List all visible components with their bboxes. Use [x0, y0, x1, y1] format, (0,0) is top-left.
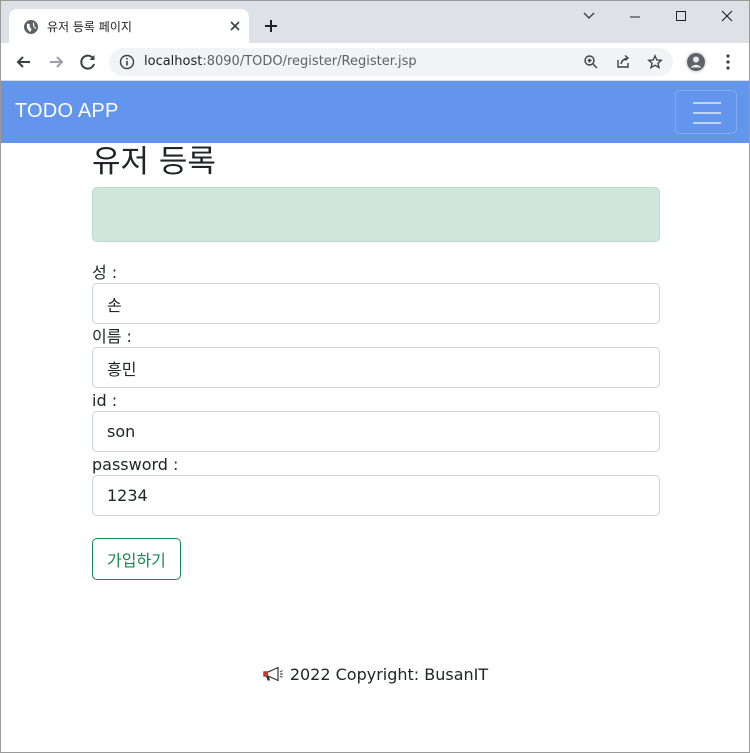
megaphone-icon — [263, 666, 283, 682]
alert-box — [92, 187, 660, 242]
register-form: 성 : 이름 : id : password : 가입하기 — [92, 263, 660, 580]
hamburger-bar — [693, 112, 721, 114]
browser-tab[interactable]: 유저 등록 페이지 — [9, 9, 249, 43]
id-input[interactable] — [92, 411, 660, 452]
reload-icon[interactable] — [77, 51, 99, 73]
last-name-label: 성 : — [92, 263, 118, 282]
hamburger-bar — [693, 122, 721, 124]
address-bar[interactable]: localhost:8090/TODO/register/Register.js… — [109, 48, 673, 76]
navbar-toggler-button[interactable] — [675, 90, 737, 134]
app-navbar: TODO APP — [1, 81, 749, 143]
back-arrow-icon[interactable] — [13, 51, 35, 73]
password-input[interactable] — [92, 475, 660, 516]
profile-avatar[interactable] — [685, 51, 707, 73]
globe-icon — [24, 20, 38, 34]
close-window-icon[interactable] — [707, 7, 747, 27]
url-host: localhost — [144, 54, 203, 69]
bookmark-star-icon[interactable] — [647, 54, 663, 70]
browser-toolbar: localhost:8090/TODO/register/Register.js… — [1, 43, 749, 81]
browser-window: 유저 등록 페이지 localhost:8090/TODO/register/R… — [0, 0, 750, 753]
more-menu-icon[interactable] — [721, 51, 735, 73]
first-name-label: 이름 : — [92, 327, 132, 346]
page-title: 유저 등록 — [92, 144, 216, 180]
url-path: :8090/TODO/register/Register.jsp — [202, 54, 417, 69]
register-button[interactable]: 가입하기 — [92, 538, 181, 580]
maximize-icon[interactable] — [661, 7, 701, 27]
register-form-container: 유저 등록 성 : 이름 : id : password : 가입하기 — [92, 143, 660, 580]
id-label: id : — [92, 391, 118, 410]
first-name-input[interactable] — [92, 347, 660, 388]
password-label: password : — [92, 455, 179, 474]
forward-arrow-icon[interactable] — [45, 51, 67, 73]
footer-copyright-text: 2022 Copyright: BusanIT — [289, 665, 489, 684]
last-name-input[interactable] — [92, 283, 660, 324]
zoom-icon[interactable] — [583, 54, 599, 70]
close-tab-icon[interactable] — [227, 18, 243, 34]
tab-strip: 유저 등록 페이지 — [1, 1, 749, 43]
share-icon[interactable] — [615, 54, 631, 70]
tab-search-chevron-icon[interactable] — [569, 7, 609, 27]
hamburger-bar — [693, 102, 721, 104]
tab-title: 유저 등록 페이지 — [47, 20, 132, 34]
minimize-icon[interactable] — [615, 7, 655, 27]
site-info-icon[interactable] — [119, 54, 135, 70]
page-footer: 2022 Copyright: BusanIT — [1, 665, 749, 684]
person-icon — [687, 53, 705, 71]
navbar-brand[interactable]: TODO APP — [15, 100, 119, 123]
url-text: localhost:8090/TODO/register/Register.js… — [144, 54, 417, 69]
new-tab-icon[interactable] — [261, 16, 281, 36]
